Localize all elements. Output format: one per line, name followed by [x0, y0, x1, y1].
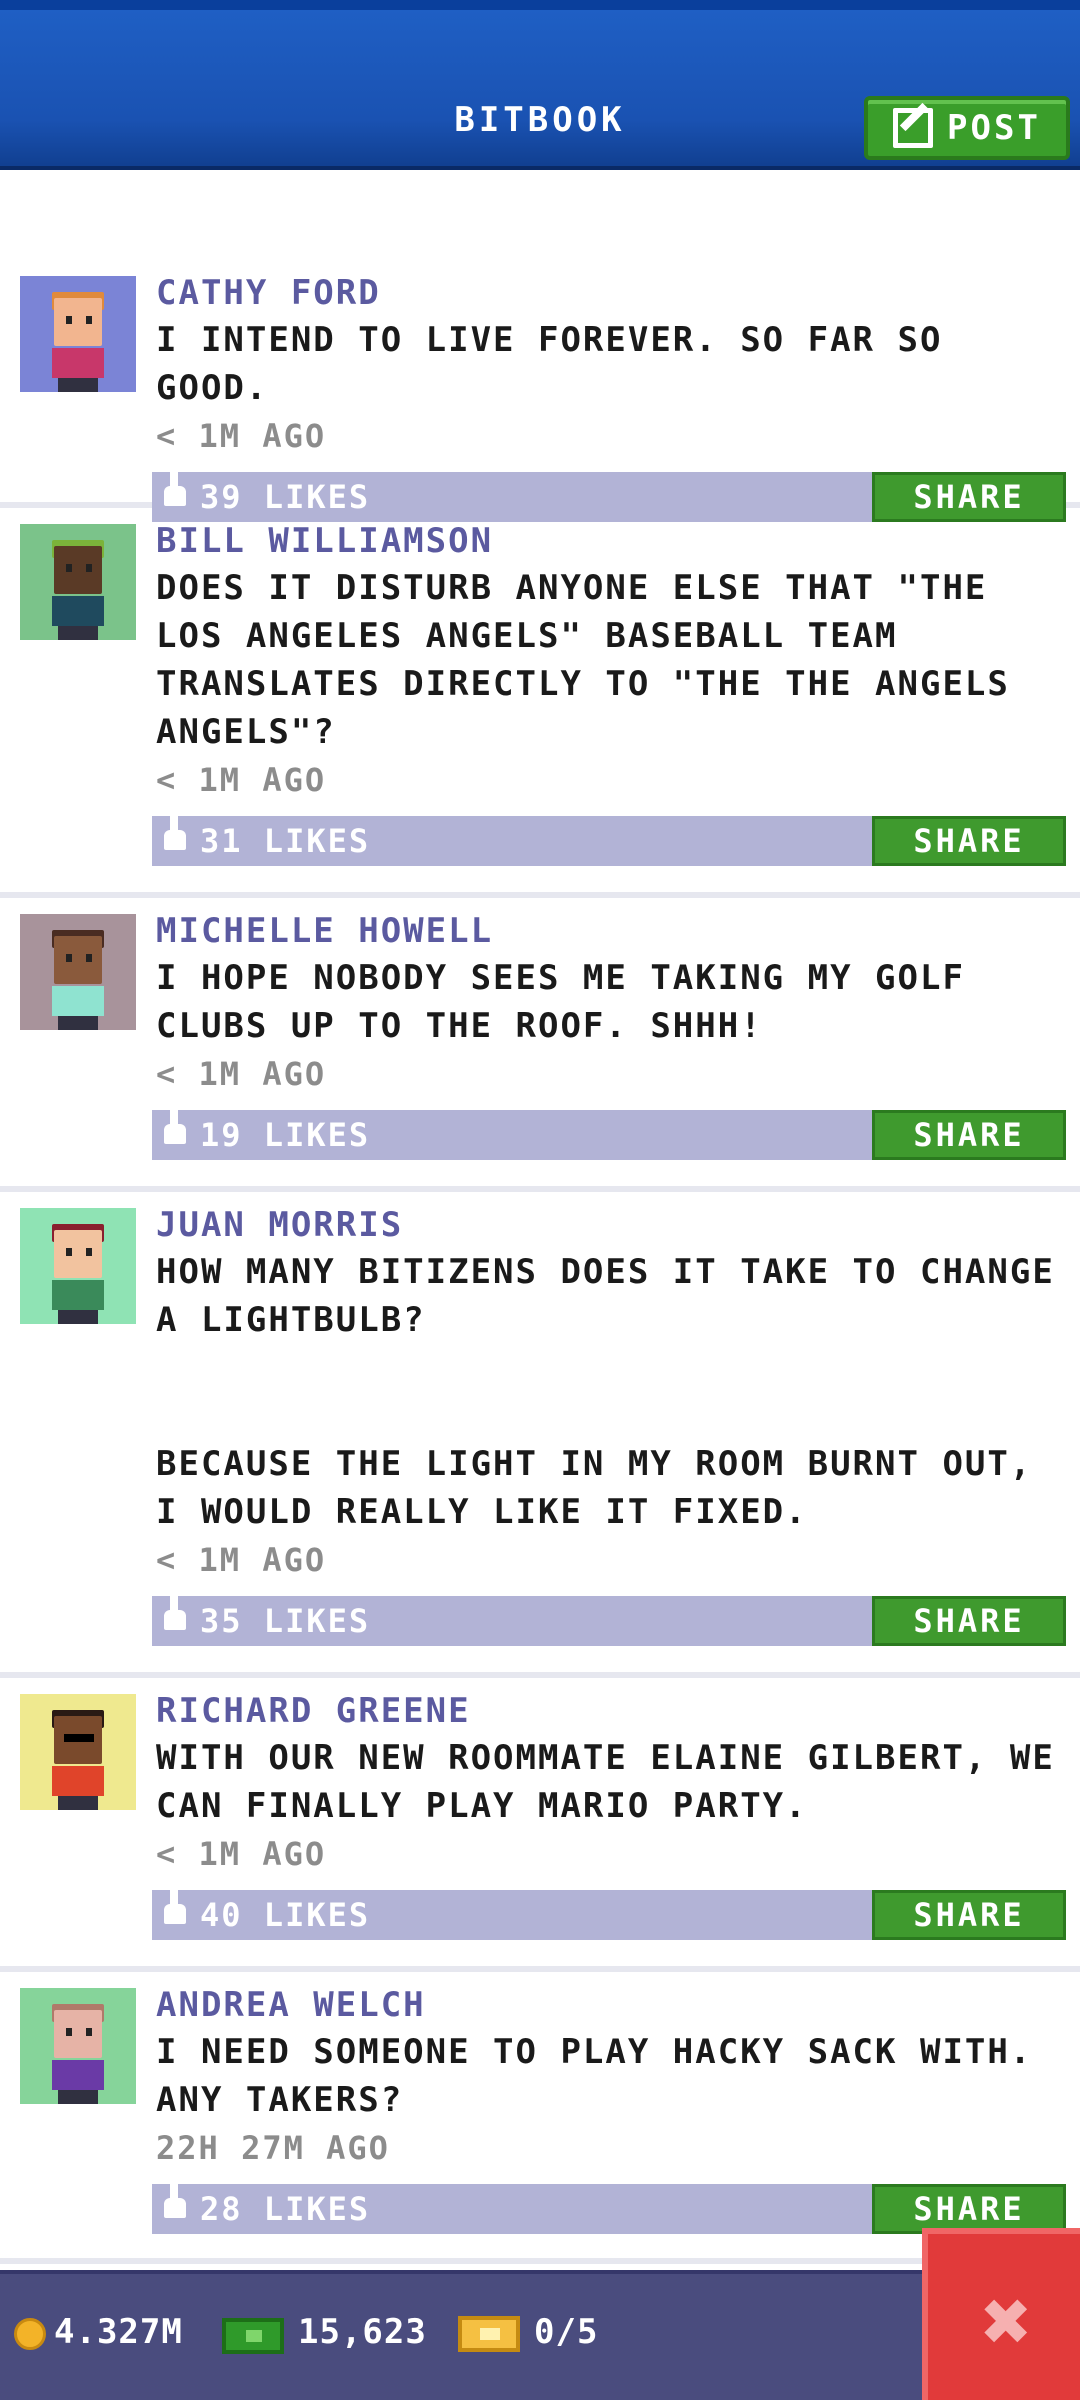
like-icon[interactable]	[164, 2184, 186, 2218]
post-author[interactable]: MICHELLE HOWELL	[156, 908, 1066, 954]
close-button[interactable]: ✖	[922, 2228, 1080, 2400]
like-count: 31 LIKES	[200, 822, 371, 860]
status-bar: 4.327M 15,623 0/5	[0, 2270, 1080, 2400]
post-time: < 1M AGO	[156, 1835, 327, 1873]
post-time: 22H 27M AGO	[156, 2129, 390, 2167]
coin-count: 4.327M	[54, 2312, 183, 2352]
post-button-label: POST	[947, 108, 1041, 148]
like-count: 19 LIKES	[200, 1116, 371, 1154]
post-actions: 35 LIKES SHARE	[152, 1596, 1066, 1646]
avatar[interactable]	[20, 1208, 136, 1324]
share-button[interactable]: SHARE	[872, 816, 1066, 866]
feed-list[interactable]: CATHY FORD I INTEND TO LIVE FOREVER. SO …	[0, 270, 1080, 2264]
ticket-count: 0/5	[534, 2312, 599, 2352]
post-author[interactable]: CATHY FORD	[156, 270, 1066, 316]
bux-icon	[222, 2318, 284, 2354]
bux-count: 15,623	[298, 2312, 427, 2352]
avatar[interactable]	[20, 914, 136, 1030]
avatar[interactable]	[20, 1694, 136, 1810]
ticket-icon	[458, 2316, 520, 2352]
avatar[interactable]	[20, 276, 136, 392]
app-header: BITBOOK POST	[0, 0, 1080, 170]
post-message: I INTEND TO LIVE FOREVER. SO FAR SO GOOD…	[156, 320, 965, 408]
coin-icon	[14, 2318, 46, 2350]
post-actions: 28 LIKES SHARE	[152, 2184, 1066, 2234]
post-author[interactable]: RICHARD GREENE	[156, 1688, 1066, 1734]
feed-post: BILL WILLIAMSON DOES IT DISTURB ANYONE E…	[0, 508, 1080, 898]
like-icon[interactable]	[164, 1110, 186, 1144]
like-count: 28 LIKES	[200, 2190, 371, 2228]
feed-post: MICHELLE HOWELL I HOPE NOBODY SEES ME TA…	[0, 898, 1080, 1192]
like-icon[interactable]	[164, 1596, 186, 1630]
avatar[interactable]	[20, 1988, 136, 2104]
feed-post: CATHY FORD I INTEND TO LIVE FOREVER. SO …	[0, 270, 1080, 522]
post-time: < 1M AGO	[156, 1055, 327, 1093]
post-time: < 1M AGO	[156, 761, 327, 799]
feed-post: JUAN MORRIS HOW MANY BITIZENS DOES IT TA…	[0, 1192, 1080, 1678]
post-message: I HOPE NOBODY SEES ME TAKING MY GOLF CLU…	[156, 958, 988, 1046]
feed-post: RICHARD GREENE WITH OUR NEW ROOMMATE ELA…	[0, 1678, 1080, 1972]
share-button[interactable]: SHARE	[872, 1596, 1066, 1646]
post-author[interactable]: JUAN MORRIS	[156, 1202, 1066, 1248]
post-time: < 1M AGO	[156, 417, 327, 455]
like-icon[interactable]	[164, 1890, 186, 1924]
post-message: I NEED SOMEONE TO PLAY HACKY SACK WITH. …	[156, 2032, 1055, 2120]
post-button[interactable]: POST	[864, 96, 1070, 160]
share-button[interactable]: SHARE	[872, 1110, 1066, 1160]
post-actions: 31 LIKES SHARE	[152, 816, 1066, 866]
share-button[interactable]: SHARE	[872, 1890, 1066, 1940]
like-icon[interactable]	[164, 472, 186, 506]
avatar[interactable]	[20, 524, 136, 640]
like-icon[interactable]	[164, 816, 186, 850]
like-count: 40 LIKES	[200, 1896, 371, 1934]
close-icon: ✖	[981, 2272, 1033, 2370]
post-author[interactable]: ANDREA WELCH	[156, 1982, 1066, 2028]
like-count: 35 LIKES	[200, 1602, 371, 1640]
edit-icon	[893, 108, 934, 148]
post-author[interactable]: BILL WILLIAMSON	[156, 518, 1066, 564]
post-time: < 1M AGO	[156, 1541, 327, 1579]
post-message: DOES IT DISTURB ANYONE ELSE THAT "THE LO…	[156, 568, 1033, 752]
post-actions: 19 LIKES SHARE	[152, 1110, 1066, 1160]
post-actions: 40 LIKES SHARE	[152, 1890, 1066, 1940]
post-message: WITH OUR NEW ROOMMATE ELAINE GILBERT, WE…	[156, 1738, 1078, 1826]
post-message: HOW MANY BITIZENS DOES IT TAKE TO CHANGE…	[156, 1252, 1055, 1532]
feed-post: ANDREA WELCH I NEED SOMEONE TO PLAY HACK…	[0, 1972, 1080, 2264]
share-button[interactable]: SHARE	[872, 2184, 1066, 2234]
